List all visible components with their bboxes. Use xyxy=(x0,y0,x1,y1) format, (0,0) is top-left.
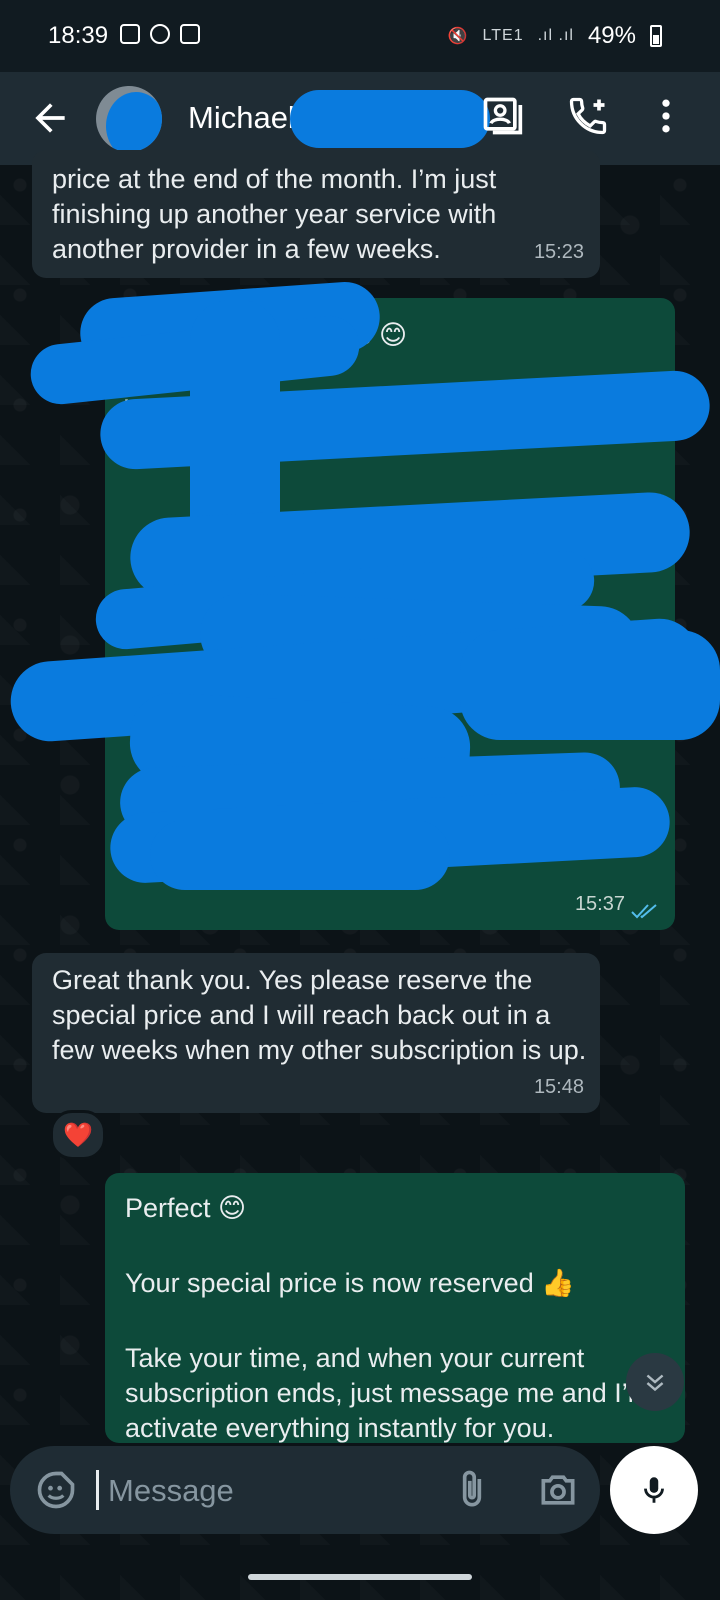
more-vert-icon[interactable] xyxy=(644,94,688,138)
gesture-nav-handle[interactable] xyxy=(248,1574,472,1580)
read-receipt-icon xyxy=(631,904,657,919)
notification-icons xyxy=(120,24,200,44)
battery-label: 49% xyxy=(587,22,636,49)
contact-card-icon[interactable] xyxy=(480,94,524,138)
text-caret xyxy=(96,1470,99,1510)
microphone-icon xyxy=(644,1477,664,1503)
message-composer xyxy=(10,1446,600,1534)
attach-icon[interactable] xyxy=(450,1468,494,1512)
avatar[interactable] xyxy=(96,86,162,152)
message-text: Great thank you. Yes please reserve the … xyxy=(52,965,587,1065)
message-text: price at the end of the month. I’m just … xyxy=(52,164,497,264)
contact-name[interactable]: Michael xyxy=(188,100,295,136)
outgoing-message[interactable]: Perfect 😊 Your special price is now rese… xyxy=(105,1173,685,1443)
back-arrow-icon[interactable] xyxy=(28,96,72,140)
message-line: Perfect 😊 xyxy=(125,1193,247,1223)
incoming-message[interactable]: price at the end of the month. I’m just … xyxy=(32,150,600,278)
message-line: Your special price is now reserved 👍 xyxy=(125,1268,575,1298)
mute-icon: 🔇 xyxy=(447,28,469,45)
voice-message-button[interactable] xyxy=(610,1446,698,1534)
signal-icon: .ıl .ıl xyxy=(537,27,574,44)
heart-reaction[interactable]: ❤️ xyxy=(50,1110,106,1160)
status-time: 18:39 xyxy=(48,22,109,49)
avatar-redaction xyxy=(106,92,162,152)
gallery-icon xyxy=(120,24,140,44)
redaction-mark xyxy=(150,820,450,890)
status-bar: 18:39 🔇 LTE1 .ıl .ıl 49% xyxy=(0,0,720,72)
camera-icon[interactable] xyxy=(536,1468,580,1512)
network-label: LTE1 xyxy=(482,27,524,44)
message-time: 15:48 xyxy=(533,1076,584,1098)
message-line: Take your time, and when your current su… xyxy=(125,1343,640,1443)
redaction-mark xyxy=(460,630,720,740)
scroll-to-bottom-button[interactable] xyxy=(626,1353,684,1411)
status-right: 🔇 LTE1 .ıl .ıl 49% xyxy=(448,22,662,50)
sticker-icon[interactable] xyxy=(34,1468,78,1512)
incoming-message[interactable]: Great thank you. Yes please reserve the … xyxy=(32,953,600,1113)
battery-icon xyxy=(650,25,662,47)
message-time: 15:23 xyxy=(533,241,584,263)
checkbox-icon xyxy=(180,24,200,44)
double-chevron-down-icon xyxy=(646,1374,664,1392)
message-input[interactable] xyxy=(106,1464,450,1518)
sync-icon xyxy=(150,24,170,44)
message-time: 15:37 xyxy=(574,893,625,915)
add-call-icon[interactable] xyxy=(566,94,610,138)
name-redaction xyxy=(290,90,490,148)
